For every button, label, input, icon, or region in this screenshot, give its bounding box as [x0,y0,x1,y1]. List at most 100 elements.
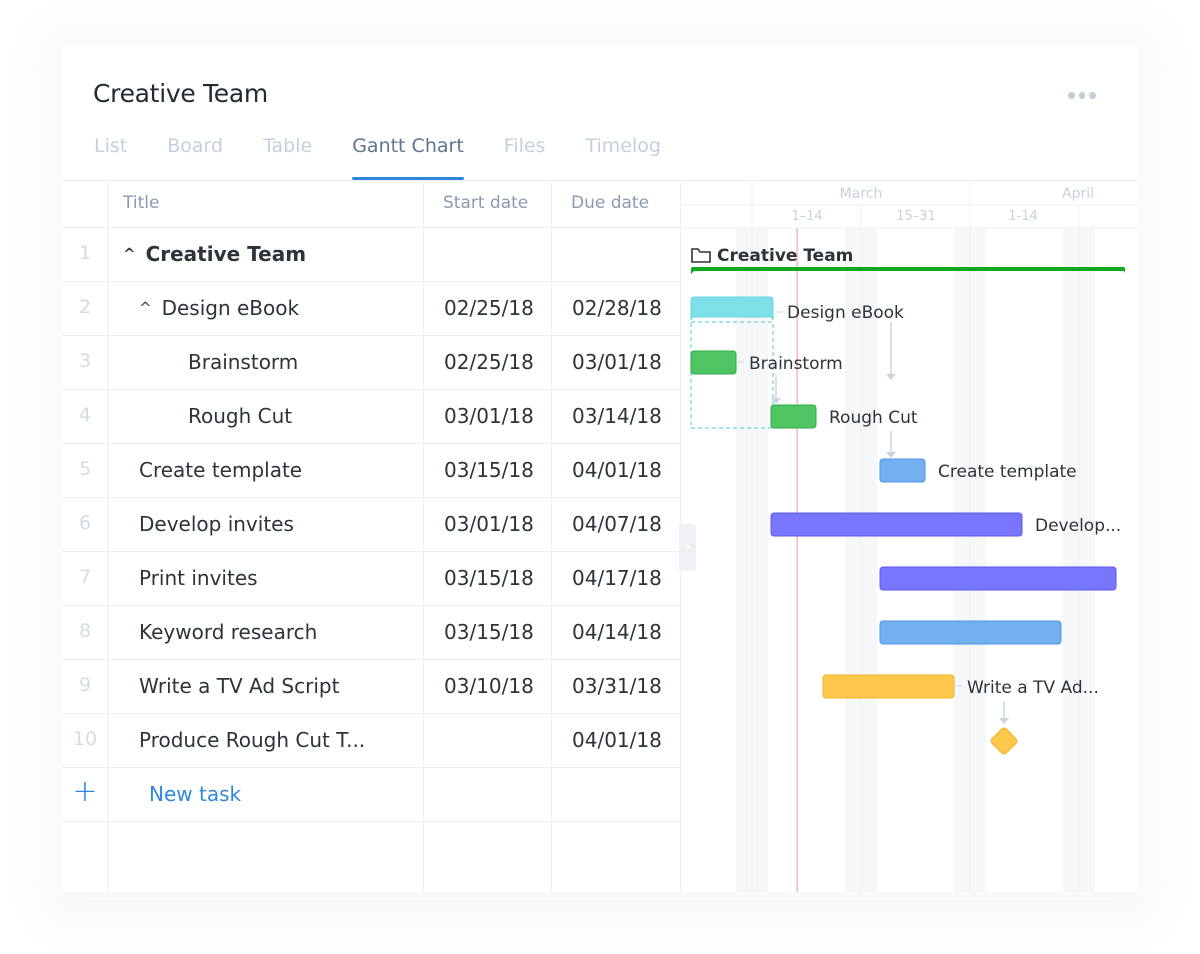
due-date-cell[interactable]: 04/14/18 [572,620,662,644]
milestone-diamond[interactable] [990,727,1018,755]
task-title: Rough Cut [188,404,293,428]
start-date-cell[interactable]: 02/25/18 [444,350,534,374]
more-options-button[interactable] [1068,90,1097,100]
chevron-up-icon[interactable]: ^ [139,299,152,317]
table-header: Title Start date Due date [62,181,680,228]
task-title-cell[interactable]: Develop invites [139,512,294,536]
task-title-cell[interactable]: Rough Cut [188,404,292,428]
task-title-cell[interactable]: ^ Design eBook [139,296,299,320]
task-table: Title Start date Due date 1 ^ Creative Te… [62,180,680,892]
page-title: Creative Team [93,79,268,108]
new-task-row[interactable]: + New task [62,768,680,822]
task-title: Creative Team [145,242,307,266]
column-divider [108,181,109,892]
task-title: Write a TV Ad Script [139,674,340,698]
tab-table[interactable]: Table [263,132,312,180]
start-date-cell[interactable]: 03/15/18 [444,620,534,644]
table-row[interactable]: 9 Write a TV Ad Script 03/10/18 03/31/18 [62,660,680,714]
month-label-march: March [840,186,883,202]
row-number: 6 [78,512,92,534]
table-row[interactable]: 8 Keyword research 03/15/18 04/14/18 [62,606,680,660]
tab-timelog[interactable]: Timelog [585,132,660,180]
due-date-cell[interactable]: 04/01/18 [572,728,662,752]
column-header-title[interactable]: Title [123,193,159,213]
table-row[interactable]: 2 ^ Design eBook 02/25/18 02/28/18 [62,282,680,336]
task-bar[interactable] [690,350,737,375]
task-title-cell[interactable]: ^ Creative Team [123,242,306,266]
tab-list[interactable]: List [94,132,127,180]
start-date-cell[interactable]: 03/10/18 [444,674,534,698]
due-date-cell[interactable]: 03/14/18 [572,404,662,428]
task-title-cell[interactable]: Create template [139,458,302,482]
table-row[interactable]: 5 Create template 03/15/18 04/01/18 [62,444,680,498]
project-summary-bar-fill [691,267,1125,271]
task-bar[interactable] [879,458,926,483]
task-bar[interactable] [879,620,1062,645]
table-row[interactable]: 3 Brainstorm 02/25/18 03/01/18 [62,336,680,390]
column-divider [423,181,424,892]
month-label-april: April [1062,186,1094,202]
start-date-cell[interactable]: 03/01/18 [444,404,534,428]
new-task-button[interactable]: New task [149,782,241,806]
period-label: 1–14 [791,209,822,224]
plus-icon[interactable]: + [62,774,108,809]
due-date-cell[interactable]: 02/28/18 [572,296,662,320]
task-title: Develop invites [139,512,294,536]
row-number: 8 [78,620,92,642]
gantt-project-label[interactable]: Creative Team [717,246,853,266]
column-header-start-date[interactable]: Start date [443,193,528,213]
table-row[interactable]: 1 ^ Creative Team [62,228,680,282]
chevron-up-icon[interactable]: ^ [123,245,136,263]
table-row[interactable]: 10 Produce Rough Cut T... 04/01/18 [62,714,680,768]
ellipsis-icon-dot [1089,91,1097,99]
table-row[interactable]: 7 Print invites 03/15/18 04/17/18 [62,552,680,606]
table-row[interactable]: 6 Develop invites 03/01/18 04/07/18 [62,498,680,552]
due-date-cell[interactable]: 04/07/18 [572,512,662,536]
start-date-cell[interactable]: 03/01/18 [444,512,534,536]
table-row[interactable]: 4 Rough Cut 03/01/18 03/14/18 [62,390,680,444]
tab-files[interactable]: Files [504,132,546,180]
project-card: Creative Team List Board Table Gantt Cha… [62,46,1138,892]
task-title: Produce Rough Cut T... [139,728,366,752]
dependency-arrow-head [886,452,896,458]
gantt-chart: March April 1–14 15–31 1-14 Creative Team Desi… [680,180,1138,892]
task-bar[interactable] [770,404,817,429]
due-date-cell[interactable]: 04/01/18 [572,458,662,482]
gantt-svg: March April 1–14 15–31 1-14 Creative Team Desi… [681,181,1138,892]
view-tabs: List Board Table Gantt Chart Files Timel… [94,132,701,180]
task-bar[interactable] [879,566,1117,591]
due-date-cell[interactable]: 03/01/18 [572,350,662,374]
gantt-task-label[interactable]: Rough Cut [829,408,918,428]
task-title: Brainstorm [188,350,299,374]
column-header-due-date[interactable]: Due date [571,193,649,213]
task-title-cell[interactable]: Print invites [139,566,258,590]
row-number: 1 [78,242,92,264]
row-number: 2 [78,296,92,318]
due-date-cell[interactable]: 04/17/18 [572,566,662,590]
gantt-task-label[interactable]: Design eBook [787,303,904,323]
start-date-cell[interactable]: 02/25/18 [444,296,534,320]
task-title-cell[interactable]: Keyword research [139,620,317,644]
gantt-task-label[interactable]: Develop... [1035,516,1121,536]
task-title-cell[interactable]: Brainstorm [188,350,298,374]
gantt-task-label[interactable]: Brainstorm [749,354,843,374]
gantt-task-label[interactable]: Write a TV Ad... [967,678,1099,698]
column-divider [551,181,552,892]
task-title: Create template [139,458,303,482]
group-bar[interactable] [690,296,774,321]
start-date-cell[interactable]: 03/15/18 [444,566,534,590]
tab-board[interactable]: Board [167,132,223,180]
task-title: Keyword research [139,620,318,644]
gantt-task-label[interactable]: Create template [938,462,1077,482]
due-date-cell[interactable]: 03/31/18 [572,674,662,698]
task-bar[interactable] [822,674,955,699]
start-date-cell[interactable]: 03/15/18 [444,458,534,482]
chevron-right-icon[interactable]: › [679,524,696,571]
task-title-cell[interactable]: Write a TV Ad Script [139,674,339,698]
task-title-cell[interactable]: Produce Rough Cut T... [139,728,365,752]
row-number: 7 [78,566,92,588]
dependency-arrow-head [999,718,1009,724]
task-title: Design eBook [161,296,300,320]
task-bar[interactable] [770,512,1023,537]
tab-gantt-chart[interactable]: Gantt Chart [352,132,464,180]
